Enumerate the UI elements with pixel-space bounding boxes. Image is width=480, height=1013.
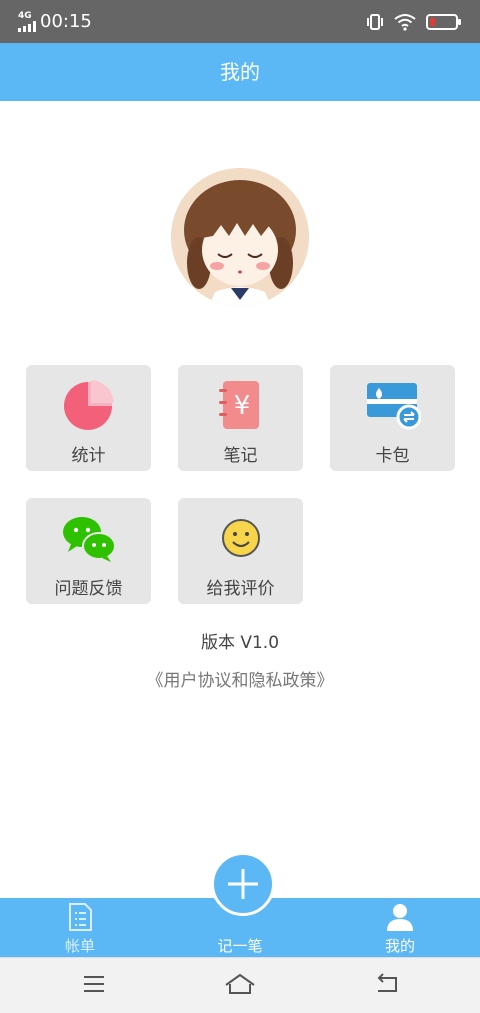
tab-mine-label: 我的: [384, 937, 415, 955]
tab-bill[interactable]: 帐单: [20, 898, 140, 957]
app-bar: 我的: [0, 43, 480, 101]
network-type: 4G: [18, 10, 32, 21]
vibrate-icon: [367, 13, 383, 30]
status-time: 00:15: [40, 11, 92, 32]
cards-tile[interactable]: 卡包: [330, 365, 455, 471]
notes-label: 笔记: [223, 446, 258, 466]
signal-icon: 4G: [18, 10, 36, 32]
avatar[interactable]: [171, 168, 309, 306]
avatar-illustration: [171, 168, 309, 306]
bill-icon: [65, 902, 95, 936]
stats-label: 统计: [71, 446, 106, 466]
battery-icon: [426, 13, 461, 30]
back-icon[interactable]: [374, 972, 400, 996]
svg-text:¥: ¥: [233, 391, 250, 421]
pie-chart-icon: [61, 379, 117, 431]
notes-tile[interactable]: ¥ 笔记: [178, 365, 303, 471]
page-title: 我的: [220, 60, 260, 84]
stats-tile[interactable]: 统计: [26, 365, 151, 471]
status-left: 4G 00:15: [18, 11, 92, 32]
feedback-tile[interactable]: 问题反馈: [26, 498, 151, 604]
home-icon[interactable]: [224, 972, 256, 996]
menu-icon[interactable]: [82, 972, 106, 996]
add-record-button[interactable]: [211, 852, 275, 916]
system-nav-bar: [0, 957, 480, 1013]
tab-bill-label: 帐单: [64, 937, 95, 955]
wifi-icon: [394, 13, 416, 31]
smiley-icon: [213, 512, 269, 564]
cards-label: 卡包: [375, 446, 410, 466]
tab-mine[interactable]: 我的: [340, 898, 460, 957]
card-wallet-icon: [365, 379, 421, 431]
rate-label: 给我评价: [206, 579, 275, 599]
tab-add-label: 记一笔: [217, 937, 263, 955]
yuan-notebook-icon: ¥: [213, 379, 269, 431]
version-text: 版本 V1.0: [200, 633, 280, 653]
status-right: [366, 13, 462, 31]
status-bar: 4G 00:15: [0, 0, 480, 43]
policy-link[interactable]: 《用户协议和隐私政策》: [0, 666, 480, 691]
wechat-icon: [61, 512, 117, 564]
feedback-label: 问题反馈: [54, 579, 123, 599]
plus-icon: [228, 869, 258, 899]
rate-tile[interactable]: 给我评价: [178, 498, 303, 604]
person-icon: [385, 902, 415, 936]
